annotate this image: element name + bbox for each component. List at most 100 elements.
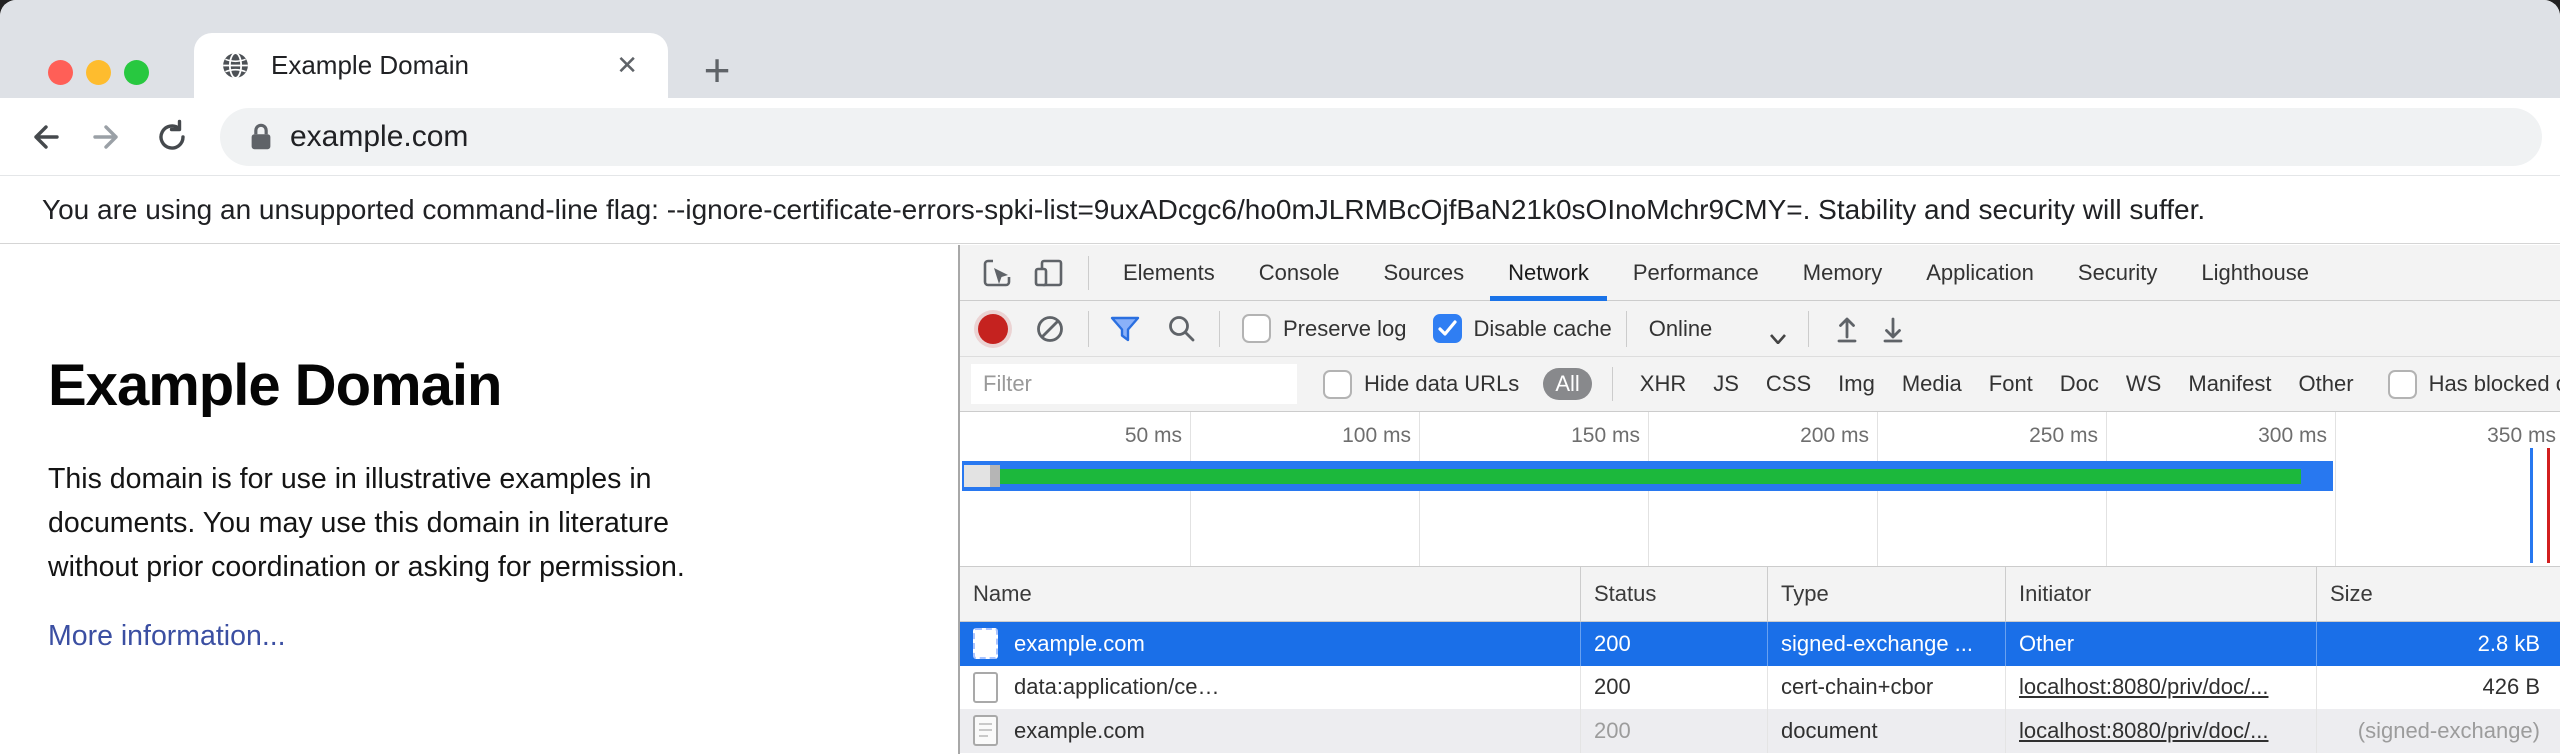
column-header-name[interactable]: Name <box>960 567 1581 621</box>
document-icon <box>973 672 998 703</box>
request-row[interactable]: example.com 200 document localhost:8080/… <box>960 709 2560 753</box>
export-har-icon[interactable] <box>1877 313 1909 345</box>
has-blocked-cookies-checkbox[interactable] <box>2388 370 2417 399</box>
preserve-log-label: Preserve log <box>1283 316 1407 342</box>
request-size: 426 B <box>2317 666 2560 710</box>
toolbar-separator <box>1088 256 1089 290</box>
timeline-tick-label: 300 ms <box>2258 424 2327 448</box>
filter-chip-manifest[interactable]: Manifest <box>2188 371 2271 397</box>
filter-chip-doc[interactable]: Doc <box>2060 371 2099 397</box>
reload-button[interactable] <box>152 117 192 157</box>
load-event-line <box>2547 448 2550 563</box>
document-icon <box>973 628 998 659</box>
filter-chip-font[interactable]: Font <box>1989 371 2033 397</box>
column-header-status[interactable]: Status <box>1581 567 1768 621</box>
back-button[interactable] <box>24 117 64 157</box>
browser-tab[interactable]: Example Domain ✕ <box>194 33 668 98</box>
request-status: 200 <box>1581 666 1768 710</box>
page-paragraph: This domain is for use in illustrative e… <box>48 457 748 589</box>
browser-toolbar: example.com <box>0 98 2560 176</box>
timeline-tick-label: 350 ms <box>2487 424 2556 448</box>
devtools-tab-lighthouse[interactable]: Lighthouse <box>2179 245 2331 301</box>
devtools-tab-console[interactable]: Console <box>1237 245 1362 301</box>
devtools-tab-elements[interactable]: Elements <box>1101 245 1237 301</box>
toolbar-separator <box>1626 311 1627 347</box>
toolbar-separator <box>1808 311 1809 347</box>
devtools-tabbar: Elements Console Sources Network Perform… <box>960 245 2560 301</box>
initiator-link[interactable]: localhost:8080/priv/doc/... <box>2019 674 2268 700</box>
disable-cache-checkbox[interactable] <box>1433 314 1462 343</box>
hide-data-urls-label: Hide data URLs <box>1364 371 1519 397</box>
initiator-link[interactable]: localhost:8080/priv/doc/... <box>2019 718 2268 744</box>
tab-close-icon[interactable]: ✕ <box>616 50 638 81</box>
timeline-tick-label: 50 ms <box>1125 424 1182 448</box>
more-information-link[interactable]: More information... <box>48 620 286 653</box>
filter-chip-media[interactable]: Media <box>1902 371 1962 397</box>
network-overview-timeline[interactable]: 50 ms 100 ms 150 ms 200 ms 250 ms 300 ms… <box>960 412 2560 567</box>
throttling-dropdown[interactable]: Online <box>1649 316 1713 342</box>
filter-chip-ws[interactable]: WS <box>2126 371 2161 397</box>
browser-window: Example Domain ✕ + example.com You are u… <box>0 0 2560 754</box>
devtools-tab-memory[interactable]: Memory <box>1781 245 1904 301</box>
filter-chip-xhr[interactable]: XHR <box>1640 371 1686 397</box>
network-filter-bar: Hide data URLs All XHR JS CSS Img Media … <box>960 357 2560 412</box>
waterfall-download-segment <box>1000 469 2301 484</box>
filter-funnel-icon[interactable] <box>1109 313 1141 345</box>
hide-data-urls-checkbox[interactable] <box>1323 370 1352 399</box>
search-icon[interactable] <box>1165 313 1197 345</box>
chevron-down-icon[interactable] <box>1770 324 1786 334</box>
devtools-tab-network[interactable]: Network <box>1486 245 1611 301</box>
filter-chip-css[interactable]: CSS <box>1766 371 1811 397</box>
warning-banner-text: You are using an unsupported command-lin… <box>42 194 2205 226</box>
filter-chip-all[interactable]: All <box>1543 368 1591 400</box>
timeline-tick-label: 200 ms <box>1800 424 1869 448</box>
request-name: data:application/ce… <box>1014 674 1219 700</box>
globe-favicon-icon <box>222 52 249 79</box>
preserve-log-checkbox[interactable] <box>1242 314 1271 343</box>
filter-chip-js[interactable]: JS <box>1713 371 1739 397</box>
page-viewport: Example Domain This domain is for use in… <box>0 245 956 754</box>
request-type: cert-chain+cbor <box>1768 666 2006 710</box>
timeline-tick-label: 150 ms <box>1571 424 1640 448</box>
timeline-tick-label: 100 ms <box>1342 424 1411 448</box>
forward-button[interactable] <box>88 117 128 157</box>
timeline-gridline <box>2335 412 2336 566</box>
filter-chip-other[interactable]: Other <box>2299 371 2354 397</box>
traffic-light-zoom-button[interactable] <box>124 60 149 85</box>
toolbar-separator <box>1612 367 1613 401</box>
new-tab-button[interactable]: + <box>692 46 742 96</box>
disable-cache-label: Disable cache <box>1474 316 1612 342</box>
tab-title: Example Domain <box>271 50 616 81</box>
waterfall-queueing-segment <box>964 465 990 487</box>
clear-network-log-icon[interactable] <box>1034 313 1066 345</box>
request-type: signed-exchange ... <box>1768 622 2006 666</box>
filter-chip-img[interactable]: Img <box>1838 371 1875 397</box>
requests-table-header: Name Status Type Initiator Size <box>960 567 2560 622</box>
tab-strip: Example Domain ✕ + <box>0 0 2560 98</box>
request-type: document <box>1768 709 2006 753</box>
waterfall-overview-bar[interactable] <box>962 461 2333 491</box>
document-icon <box>973 715 998 746</box>
devtools-tab-sources[interactable]: Sources <box>1361 245 1486 301</box>
inspect-element-icon[interactable] <box>980 256 1014 290</box>
column-header-type[interactable]: Type <box>1768 567 2006 621</box>
network-toolbar: Preserve log Disable cache Online <box>960 301 2560 357</box>
request-row[interactable]: data:application/ce… 200 cert-chain+cbor… <box>960 666 2560 710</box>
request-row-selected[interactable]: example.com 200 signed-exchange ... Othe… <box>960 622 2560 666</box>
omnibox-url-field[interactable]: example.com <box>220 108 2542 166</box>
device-toolbar-icon[interactable] <box>1032 256 1066 290</box>
column-header-initiator[interactable]: Initiator <box>2006 567 2317 621</box>
devtools-tab-application[interactable]: Application <box>1904 245 2056 301</box>
devtools-tab-security[interactable]: Security <box>2056 245 2179 301</box>
devtools-panel: Elements Console Sources Network Perform… <box>958 245 2560 754</box>
column-header-size[interactable]: Size <box>2317 567 2560 621</box>
request-status: 200 <box>1581 622 1768 666</box>
traffic-light-minimize-button[interactable] <box>86 60 111 85</box>
devtools-tab-performance[interactable]: Performance <box>1611 245 1781 301</box>
import-har-icon[interactable] <box>1831 313 1863 345</box>
record-network-log-button[interactable] <box>978 314 1008 344</box>
filter-input[interactable] <box>971 364 1297 404</box>
request-size: (signed-exchange) <box>2317 709 2560 753</box>
traffic-light-close-button[interactable] <box>48 60 73 85</box>
request-status: 200 <box>1581 709 1768 753</box>
